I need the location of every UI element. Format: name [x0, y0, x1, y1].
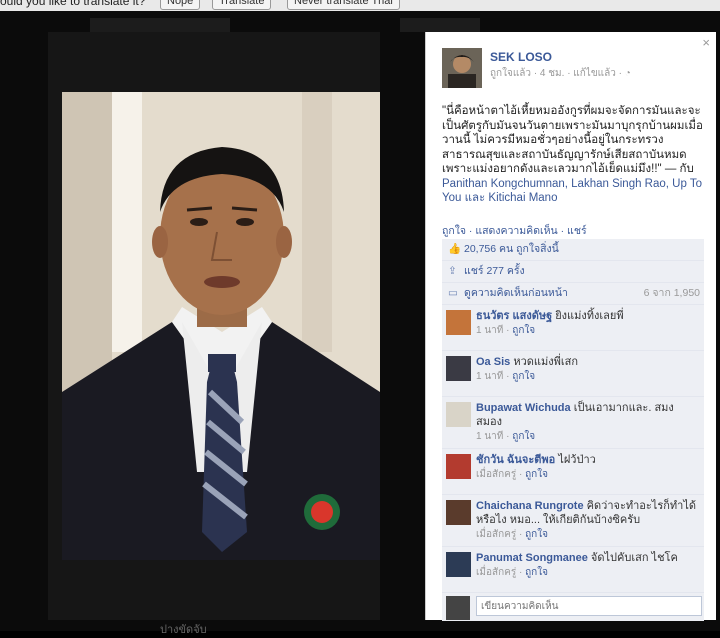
comment-item: Bupawat Wichuda เป็นเอามากและ. สมงสมอง 1…	[442, 397, 704, 449]
commenter-avatar[interactable]	[446, 402, 471, 427]
comment-like-link[interactable]: ถูกใจ	[512, 371, 535, 382]
commenter-name[interactable]: ชักวัน ฉันจะตีพอ	[476, 454, 555, 466]
commenter-avatar[interactable]	[446, 500, 471, 525]
comment-item: Chaichana Rungrote คิดว่าจะทำอะไรก็ทำได้…	[442, 495, 704, 547]
view-previous-row[interactable]: ▭ ดูความคิดเห็นก่อนหน้า 6 จาก 1,950	[442, 283, 704, 305]
caption-text: "นี่คือหน้าตาไอ้เหี้ยหมออังกูรที่ผมจะจัด…	[442, 105, 703, 175]
comment-like-link[interactable]: ถูกใจ	[512, 431, 535, 442]
comment-bubble-icon: ▭	[448, 287, 458, 299]
comment-time: เมื่อสักครู่	[476, 469, 517, 480]
commenter-avatar[interactable]	[446, 310, 471, 335]
background-page-strip	[400, 18, 480, 32]
avatar-image	[442, 48, 482, 88]
comment-like-link[interactable]: ถูกใจ	[525, 529, 548, 540]
tagged-people[interactable]: Panithan Kongchumnan, Lakhan Singh Rao, …	[442, 178, 702, 205]
comment-input[interactable]	[476, 596, 702, 616]
author-avatar[interactable]	[442, 48, 482, 88]
comment-time: เมื่อสักครู่	[476, 529, 517, 540]
translate-bar: ould you like to translate it? Nope Tran…	[0, 0, 720, 11]
commenter-avatar[interactable]	[446, 552, 471, 577]
post-caption: "นี่คือหน้าตาไอ้เหี้ยหมออังกูรที่ผมจะจัด…	[442, 104, 704, 206]
ufi-block: 👍 20,756 คน ถูกใจสิ่งนี้ ⇪ แชร์ 277 ครั้ง …	[442, 239, 704, 621]
post-actions[interactable]: ถูกใจ · แสดงความคิดเห็น · แชร์	[442, 222, 587, 239]
commenter-avatar[interactable]	[446, 454, 471, 479]
comment-time: 1 นาที	[476, 371, 504, 382]
comment-item: ชักวัน ฉันจะตีพอ ไฝว้ป่าว เมื่อสักครู่ ·…	[442, 449, 704, 495]
comment-like-link[interactable]: ถูกใจ	[525, 567, 548, 578]
never-translate-button[interactable]: Never translate Thai	[287, 0, 400, 10]
post-panel: × SEK LOSO ถูกใจแล้ว · 4 ชม. · แก้ไขแล้ว…	[425, 32, 716, 621]
shares-row[interactable]: ⇪ แชร์ 277 ครั้ง	[442, 261, 704, 283]
commenter-name[interactable]: Bupawat Wichuda	[476, 402, 571, 414]
comment-count: 6 จาก 1,950	[643, 287, 700, 299]
shares-count[interactable]: แชร์ 277 ครั้ง	[464, 265, 525, 277]
commenter-name[interactable]: Panumat Songmanee	[476, 552, 588, 564]
translate-button[interactable]: Translate	[212, 0, 272, 10]
background-caption: ปางขัดจับ	[160, 624, 207, 636]
commenter-name[interactable]: ธนวัตร แสงดัษฐ	[476, 310, 552, 322]
post-photo[interactable]	[62, 92, 380, 560]
share-icon: ⇪	[448, 265, 457, 277]
background-page-strip	[90, 18, 230, 32]
comment-time: 1 นาที	[476, 325, 504, 336]
comment-item: Oa Sis หวดแม่งพี่เสก 1 นาที · ถูกใจ	[442, 351, 704, 397]
commenter-name[interactable]: Oa Sis	[476, 356, 510, 368]
likes-row[interactable]: 👍 20,756 คน ถูกใจสิ่งนี้	[442, 239, 704, 261]
comment-text: ไฝว้ป่าว	[558, 454, 596, 466]
commenter-name[interactable]: Chaichana Rungrote	[476, 500, 584, 512]
comment-time: 1 นาที	[476, 431, 504, 442]
comment-item: ธนวัตร แสงดัษฐ ยิงแม่งทิ้งเลยพี่ 1 นาที …	[442, 305, 704, 351]
nope-button[interactable]: Nope	[160, 0, 201, 10]
comment-text: จัดไปคับเสก ไชโค	[590, 552, 678, 564]
post-meta: ถูกใจแล้ว · 4 ชม. · แก้ไขแล้ว · ◔	[490, 68, 631, 79]
comment-like-link[interactable]: ถูกใจ	[512, 325, 535, 336]
commenter-avatar[interactable]	[446, 356, 471, 381]
comment-item: Panumat Songmanee จัดไปคับเสก ไชโค เมื่อ…	[442, 547, 704, 593]
comment-time: เมื่อสักครู่	[476, 567, 517, 578]
close-icon[interactable]: ×	[702, 35, 710, 50]
viewer-avatar	[446, 596, 470, 620]
comment-text: ยิงแม่งทิ้งเลยพี่	[555, 310, 624, 322]
translate-question: ould you like to translate it?	[0, 0, 146, 8]
comment-composer	[442, 593, 704, 621]
view-previous-comments[interactable]: ดูความคิดเห็นก่อนหน้า	[464, 287, 568, 299]
portrait-image	[62, 92, 380, 560]
comment-like-link[interactable]: ถูกใจ	[525, 469, 548, 480]
likes-count[interactable]: 20,756 คน ถูกใจสิ่งนี้	[464, 243, 559, 255]
comment-text: หวดแม่งพี่เสก	[513, 356, 578, 368]
author-name[interactable]: SEK LOSO	[490, 50, 552, 64]
thumb-up-icon: 👍	[448, 243, 462, 255]
